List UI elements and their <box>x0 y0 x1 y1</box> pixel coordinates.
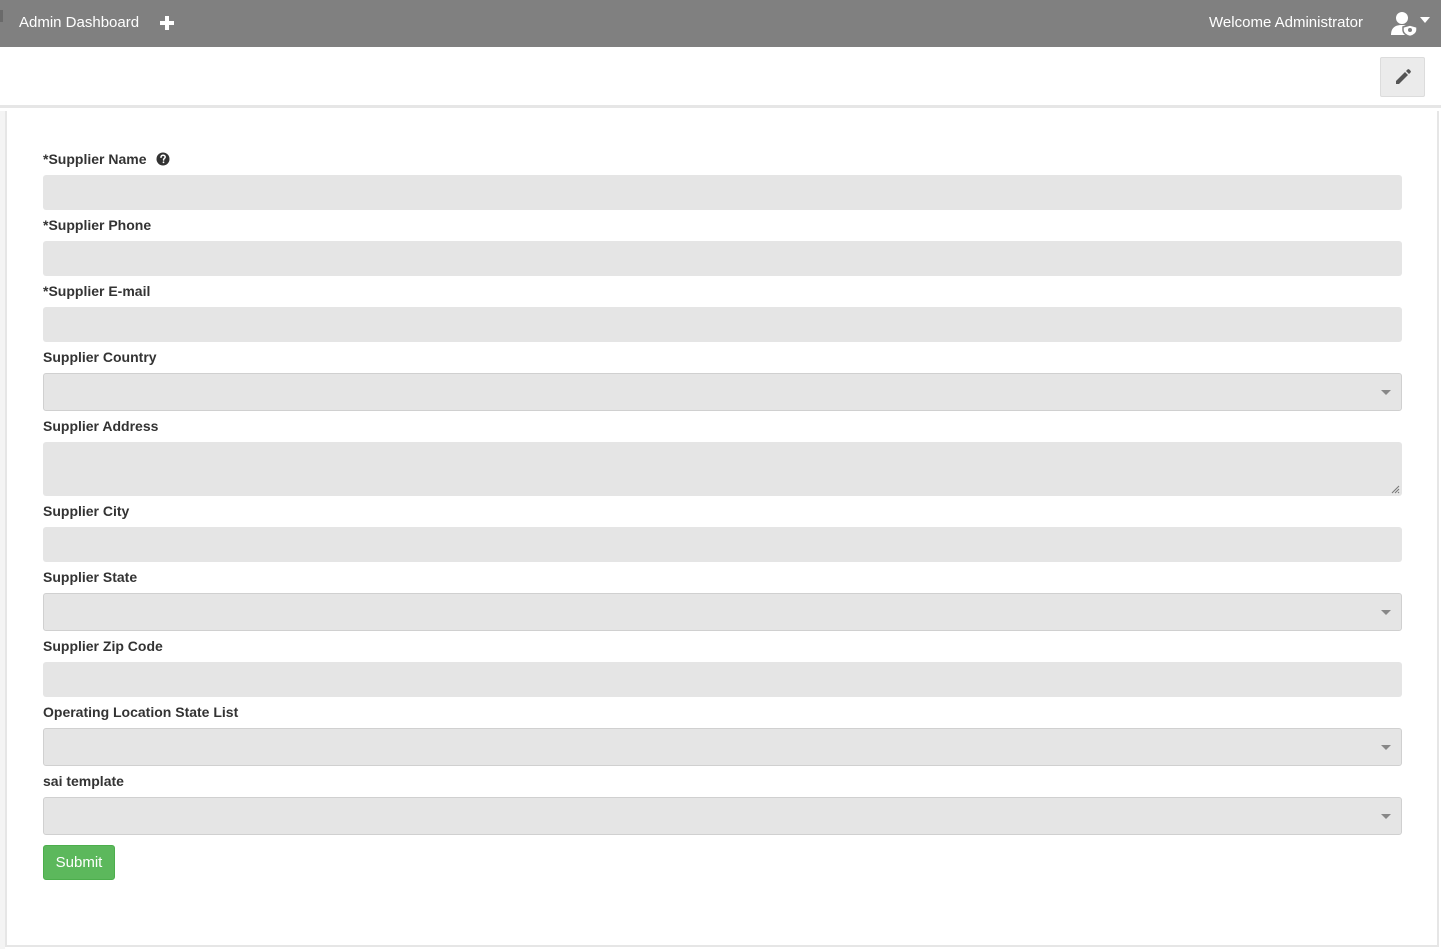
supplier-email-input[interactable] <box>43 307 1402 342</box>
supplier-name-label-text: *Supplier Name <box>43 151 147 167</box>
page-toolbar <box>0 47 1441 108</box>
submit-button[interactable]: Submit <box>43 845 115 880</box>
supplier-address-textarea[interactable] <box>43 442 1402 496</box>
caret-down-icon <box>1420 17 1430 23</box>
supplier-state-select[interactable] <box>43 593 1402 631</box>
supplier-phone-input[interactable] <box>43 241 1402 276</box>
supplier-city-label: Supplier City <box>43 503 130 519</box>
chevron-down-icon <box>1381 745 1391 750</box>
operating-states-label: Operating Location State List <box>43 704 239 720</box>
sai-template-select[interactable] <box>43 797 1402 835</box>
supplier-address-label: Supplier Address <box>43 418 159 434</box>
supplier-name-input[interactable] <box>43 175 1402 210</box>
edit-button[interactable] <box>1380 57 1425 97</box>
supplier-zip-label: Supplier Zip Code <box>43 638 163 654</box>
supplier-name-label: *Supplier Name <box>43 151 170 167</box>
resize-handle-icon[interactable] <box>1390 484 1400 494</box>
chevron-down-icon <box>1381 610 1391 615</box>
supplier-email-label: *Supplier E-mail <box>43 283 151 299</box>
supplier-city-input[interactable] <box>43 527 1402 562</box>
supplier-country-label: Supplier Country <box>43 349 157 365</box>
welcome-text: Welcome Administrator <box>1209 14 1363 31</box>
top-navbar: Admin Dashboard Welcome Administrator <box>0 0 1441 47</box>
chevron-down-icon <box>1381 390 1391 395</box>
supplier-state-label: Supplier State <box>43 569 138 585</box>
question-circle-icon[interactable] <box>156 152 170 166</box>
admin-dashboard-link[interactable]: Admin Dashboard <box>19 14 139 31</box>
supplier-phone-label: *Supplier Phone <box>43 217 152 233</box>
pencil-icon <box>1395 69 1411 84</box>
supplier-country-select[interactable] <box>43 373 1402 411</box>
supplier-zip-input[interactable] <box>43 662 1402 697</box>
sidebar-toggle-edge[interactable] <box>0 10 3 22</box>
user-shield-icon <box>1391 12 1418 37</box>
operating-states-select[interactable] <box>43 728 1402 766</box>
plus-icon[interactable] <box>158 13 176 33</box>
sai-template-label: sai template <box>43 773 124 789</box>
chevron-down-icon <box>1381 814 1391 819</box>
user-menu-dropdown[interactable] <box>1390 11 1430 37</box>
